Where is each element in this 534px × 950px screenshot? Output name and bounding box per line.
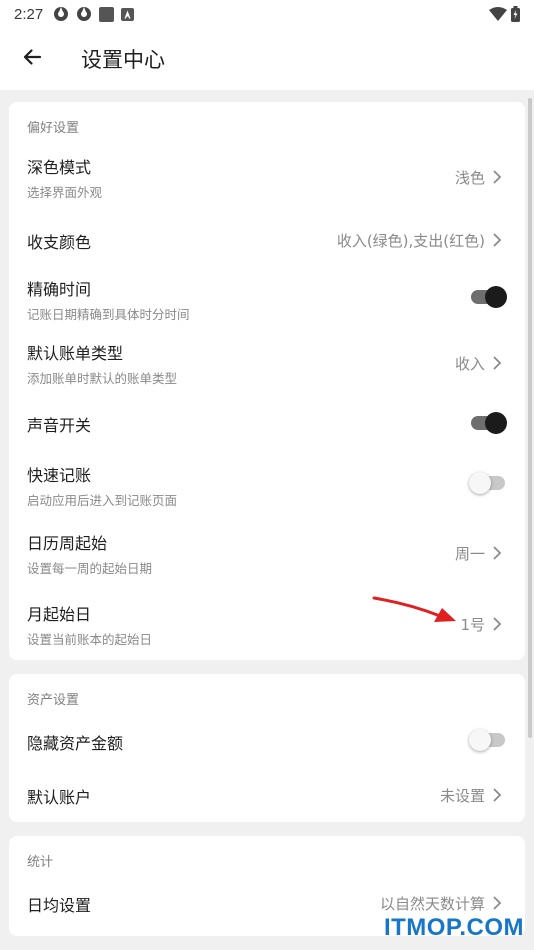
- income-expense-color-row[interactable]: 收支颜色 收入(绿色),支出(红色): [9, 214, 525, 266]
- hide-asset-amount-row: 隐藏资产金额: [9, 716, 525, 766]
- a-notification-icon: [121, 7, 135, 21]
- dark-mode-title: 深色模式: [27, 158, 92, 177]
- quick-entry-title: 快速记账: [27, 466, 92, 485]
- assets-card: 资产设置 隐藏资产金额 默认账户 未设置: [9, 674, 525, 822]
- chevron-right-icon: [493, 546, 502, 560]
- chevron-right-icon: [493, 356, 502, 370]
- chevron-right-icon: [493, 617, 502, 631]
- precise-time-toggle[interactable]: [469, 286, 507, 308]
- app-bar: 设置中心: [0, 28, 534, 90]
- default-account-title: 默认账户: [27, 788, 92, 807]
- chevron-right-icon: [493, 896, 502, 910]
- section-title-assets: 资产设置: [27, 693, 80, 708]
- daily-average-value: 以自然天数计算: [379, 895, 485, 913]
- settings-app-icon: [53, 6, 69, 22]
- page-title: 设置中心: [81, 48, 165, 72]
- wifi-icon: [489, 6, 507, 26]
- month-start-day-subtitle: 设置当前账本的起始日: [27, 632, 153, 647]
- scrollbar[interactable]: [528, 98, 532, 738]
- dark-mode-row[interactable]: 深色模式 选择界面外观 浅色: [9, 142, 525, 206]
- chevron-right-icon: [493, 170, 502, 184]
- default-bill-type-value: 收入: [454, 355, 485, 373]
- precise-time-row: 精确时间 记账日期精确到具体时分时间: [9, 266, 525, 330]
- precise-time-title: 精确时间: [27, 280, 92, 299]
- precise-time-subtitle: 记账日期精确到具体时分时间: [27, 307, 190, 322]
- sound-switch-row: 声音开关: [9, 398, 525, 450]
- calendar-week-start-row[interactable]: 日历周起始 设置每一周的起始日期 周一: [9, 522, 525, 586]
- income-expense-color-value: 收入(绿色),支出(红色): [336, 232, 485, 250]
- sound-switch-title: 声音开关: [27, 416, 92, 435]
- quick-entry-toggle[interactable]: [469, 472, 507, 494]
- hide-asset-amount-toggle[interactable]: [469, 729, 507, 751]
- chevron-right-icon: [493, 233, 502, 247]
- default-bill-type-subtitle: 添加账单时默认的账单类型: [27, 371, 178, 386]
- arrow-left-icon: [22, 47, 42, 71]
- dark-mode-subtitle: 选择界面外观: [27, 185, 103, 200]
- sound-switch-toggle[interactable]: [469, 412, 507, 434]
- status-time: 2:27: [14, 5, 44, 23]
- month-start-day-title: 月起始日: [27, 605, 92, 624]
- default-bill-type-row[interactable]: 默认账单类型 添加账单时默认的账单类型 收入: [9, 330, 525, 394]
- hide-asset-amount-title: 隐藏资产金额: [27, 734, 124, 753]
- preferences-card: 偏好设置 深色模式 选择界面外观 浅色 收支颜色 收入(绿色),支出(红色) 精…: [9, 102, 525, 660]
- month-start-day-value: 1号: [460, 616, 485, 634]
- settings-app-icon: [76, 6, 92, 22]
- calendar-week-start-subtitle: 设置每一周的起始日期: [27, 561, 153, 576]
- dark-mode-value: 浅色: [454, 169, 485, 187]
- quick-entry-row: 快速记账 启动应用后进入到记账页面: [9, 454, 525, 518]
- calendar-week-start-title: 日历周起始: [27, 534, 108, 553]
- calendar-week-start-value: 周一: [454, 545, 485, 563]
- battery-icon: [511, 6, 520, 26]
- chevron-right-icon: [493, 788, 502, 802]
- default-bill-type-title: 默认账单类型: [27, 344, 124, 363]
- back-button[interactable]: [18, 45, 46, 73]
- section-title-statistics: 统计: [27, 855, 54, 870]
- quick-entry-subtitle: 启动应用后进入到记账页面: [27, 493, 178, 508]
- default-account-row[interactable]: 默认账户 未设置: [9, 770, 525, 820]
- daily-average-title: 日均设置: [27, 896, 92, 915]
- default-account-value: 未设置: [439, 787, 485, 805]
- status-bar: 2:27: [0, 0, 534, 28]
- section-title-preferences: 偏好设置: [27, 121, 80, 136]
- watermark: ITMOP.COM: [383, 914, 524, 941]
- annotation-arrow: [372, 596, 456, 622]
- square-notification-icon: [99, 6, 115, 22]
- income-expense-color-title: 收支颜色: [27, 233, 92, 252]
